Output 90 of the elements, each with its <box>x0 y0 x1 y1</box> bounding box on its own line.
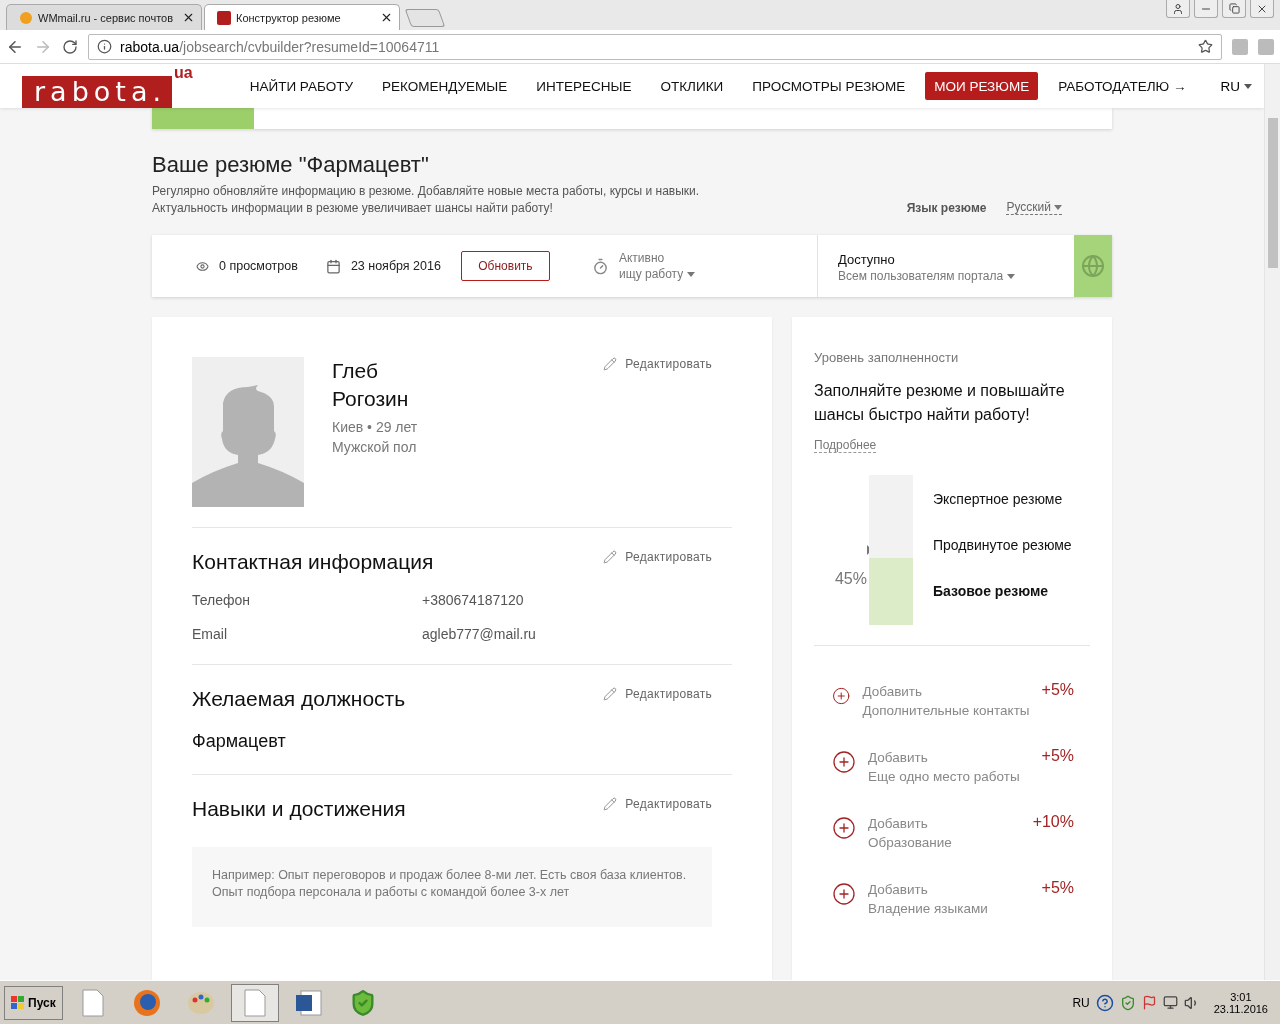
views-count: 0 просмотров <box>219 259 298 273</box>
nav-link[interactable]: НАЙТИ РАБОТУ <box>240 72 362 100</box>
add-icon <box>832 816 856 840</box>
status-selector[interactable]: Активно ищу работу <box>618 251 696 281</box>
more-link[interactable]: Подробнее <box>814 438 877 453</box>
eye-icon <box>196 259 209 273</box>
level-label: Продвинутое резюме <box>933 537 1073 553</box>
add-icon <box>832 750 856 774</box>
shield-icon[interactable] <box>1119 994 1136 1011</box>
edit-link[interactable]: Редактировать <box>603 357 712 371</box>
nav-link[interactable]: ИНТЕРЕСНЫЕ <box>527 72 641 100</box>
level-label: Экспертное резюме <box>933 491 1064 507</box>
word-processor-icon <box>294 988 323 1017</box>
edit-link[interactable]: Редактировать <box>603 797 712 811</box>
last-name: Рогозин <box>332 386 410 412</box>
flag-icon[interactable] <box>1141 995 1157 1010</box>
first-name: Глеб <box>332 358 379 384</box>
contact-label: Телефон <box>192 592 252 608</box>
language-selector[interactable]: RU <box>1220 78 1252 94</box>
visibility-title: Доступно <box>838 252 896 267</box>
nav-link[interactable]: МОИ РЕЗЮМЕ <box>925 72 1039 100</box>
section-title: Контактная информация <box>192 550 434 574</box>
desired-position: Фармацевт <box>192 731 287 752</box>
completeness-percent: 45% <box>834 569 867 588</box>
document-icon <box>243 988 266 1017</box>
network-icon[interactable] <box>1162 995 1178 1010</box>
update-date: 23 ноября 2016 <box>350 259 441 273</box>
start-button[interactable]: Пуск <box>4 985 63 1020</box>
close-button[interactable] <box>1250 0 1274 18</box>
close-icon[interactable] <box>182 11 195 24</box>
nav-link[interactable]: РЕКОМЕНДУЕМЫЕ <box>373 72 517 100</box>
add-suggestion[interactable]: Добавить Дополнительные контакты +5% <box>832 684 1074 718</box>
pencil-icon <box>603 357 618 371</box>
page-title: Ваше резюме "Фармацевт" <box>152 152 430 178</box>
timer-icon <box>591 257 609 275</box>
refresh-button[interactable]: Обновить <box>460 251 550 281</box>
address-bar[interactable]: rabota.ua/jobsearch/cvbuilder?resumeId=10064711 <box>88 33 1222 60</box>
browser-icon <box>132 988 161 1017</box>
reload-icon[interactable] <box>62 38 78 55</box>
bookmark-star-icon[interactable] <box>1198 39 1213 54</box>
restore-button[interactable] <box>1222 0 1246 18</box>
paint-palette-icon <box>186 989 215 1016</box>
add-suggestion[interactable]: Добавить Еще одно место работы +5% <box>832 750 1074 784</box>
pencil-icon <box>603 550 618 564</box>
skills-field[interactable]: Например: Опыт переговоров и продаж более 8-ми лет. Есть своя база клиентов. Опыт подбора персонала и работы с командой более 3-х лет <box>192 847 712 927</box>
site-icon <box>217 10 231 25</box>
gender: Мужской пол <box>332 438 418 457</box>
city-age: Киев • 29 лет <box>332 418 419 437</box>
nav-link[interactable]: ПРОСМОТРЫ РЕЗЮМЕ <box>743 72 915 100</box>
taskbar-app[interactable] <box>230 983 279 1022</box>
section-title: Желаемая должность <box>192 687 406 711</box>
section-title: Навыки и достижения <box>192 797 406 821</box>
scrollbar-thumb[interactable] <box>1268 118 1278 268</box>
new-tab-button[interactable] <box>404 9 446 27</box>
pencil-icon <box>603 687 618 701</box>
calendar-icon <box>325 258 341 274</box>
contact-label: Email <box>192 626 228 642</box>
minimize-button[interactable] <box>1194 0 1218 18</box>
add-suggestion[interactable]: Добавить Владение языками +5% <box>832 882 1074 916</box>
page-subtitle: Актуальность информации в резюме увеличивает шансы найти работу! <box>152 201 554 215</box>
restore-icon <box>1228 3 1240 14</box>
close-icon[interactable] <box>380 11 393 24</box>
user-icon <box>1172 2 1184 15</box>
pencil-icon <box>603 797 618 811</box>
globe-icon <box>1081 254 1105 278</box>
info-icon <box>97 39 112 54</box>
edit-link[interactable]: Редактировать <box>603 687 712 701</box>
help-icon[interactable] <box>1095 993 1114 1012</box>
input-language: RU <box>1072 995 1090 1010</box>
contact-value: agleb777@mail.ru <box>422 626 536 642</box>
browser-tab[interactable]: WMmail.ru - сервис почтов <box>6 4 202 30</box>
contact-value: +380674187120 <box>422 592 524 608</box>
nav-link[interactable]: РАБОТОДАТЕЛЮ → <box>1049 72 1196 100</box>
visibility-selector[interactable]: Всем пользователям портала <box>838 269 1054 283</box>
nav-link[interactable]: ОТКЛИКИ <box>651 72 733 100</box>
document-icon <box>81 988 104 1017</box>
add-suggestion[interactable]: Добавить Образование +10% <box>832 816 1074 850</box>
add-icon <box>832 882 856 906</box>
clock: 3:01 23.11.2016 <box>1213 990 1268 1015</box>
resume-language-select[interactable]: Русский <box>1006 200 1062 215</box>
resume-language-label: Язык резюме <box>906 201 987 215</box>
browser-tab[interactable]: Конструктор резюме <box>204 4 400 30</box>
profile-button[interactable] <box>1166 0 1190 18</box>
page-subtitle: Регулярно обновляйте информацию в резюме. Добавляйте новые места работы, курсы и навыки. <box>152 184 701 198</box>
windows-flag-icon <box>11 995 25 1010</box>
person-silhouette-icon <box>192 383 304 507</box>
level-label: Базовое резюме <box>933 583 1050 599</box>
edit-link[interactable]: Редактировать <box>603 550 712 564</box>
completeness-label: Уровень заполненности <box>814 350 960 365</box>
completeness-headline: Заполняйте резюме и повышайте шансы быстро найти работу! <box>814 381 1066 425</box>
